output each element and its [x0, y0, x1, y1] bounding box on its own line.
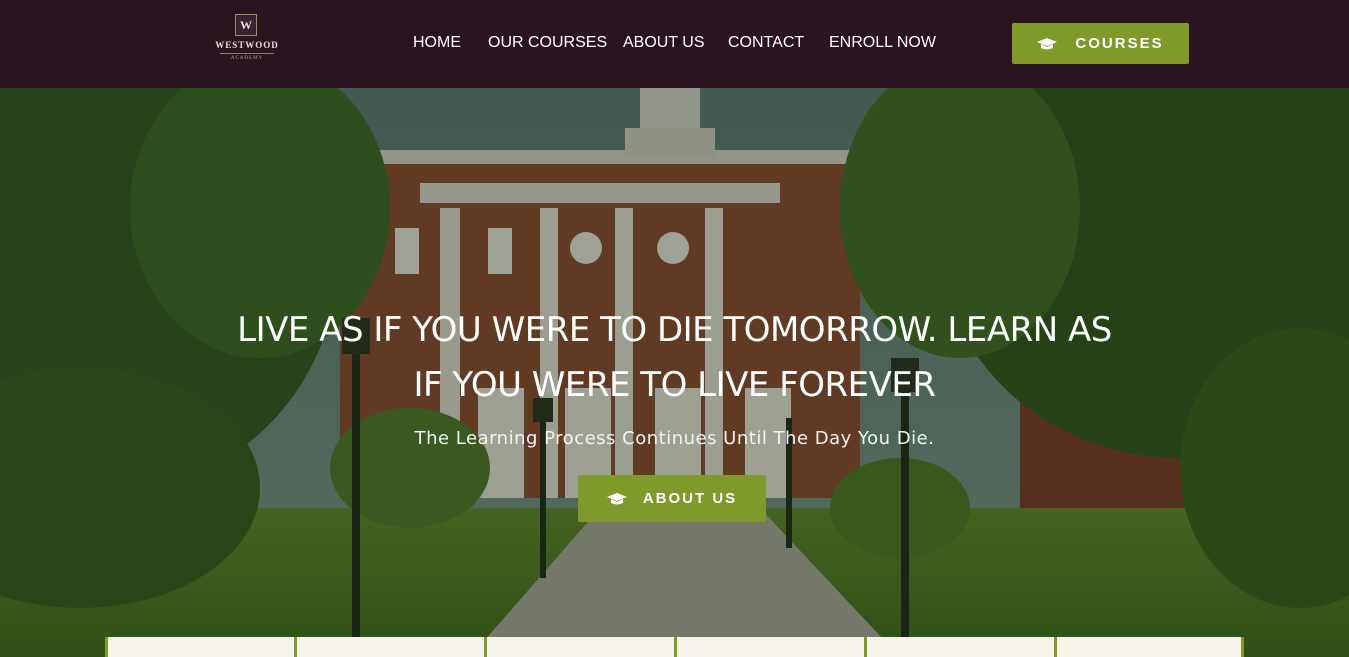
hero-headline: LIVE AS IF YOU WERE TO DIE TOMORROW. LEA… [170, 303, 1179, 413]
nav-home[interactable]: HOME [413, 34, 461, 52]
feature-card[interactable] [1054, 637, 1244, 657]
nav-contact[interactable]: CONTACT [728, 34, 804, 52]
hero-section: LIVE AS IF YOU WERE TO DIE TOMORROW. LEA… [0, 88, 1349, 657]
feature-card[interactable] [294, 637, 484, 657]
logo-subtitle: ACADEMY [230, 56, 264, 61]
hero-subtitle: The Learning Process Continues Until The… [414, 428, 935, 449]
about-us-button[interactable]: ABOUT US [578, 475, 766, 522]
site-header: W WESTWOOD ACADEMY HOME OUR COURSES ABOU… [0, 0, 1349, 88]
logo-letter: W [240, 18, 252, 32]
logo-divider [220, 53, 274, 54]
about-us-button-label: ABOUT US [642, 490, 738, 507]
logo-crest-icon: W [235, 14, 257, 36]
feature-card[interactable] [484, 637, 674, 657]
graduation-cap-icon [1037, 37, 1058, 51]
nav-about-us[interactable]: ABOUT US [623, 34, 705, 52]
feature-cards-row [105, 637, 1244, 657]
feature-card[interactable] [105, 637, 294, 657]
logo-name: WESTWOOD [215, 40, 279, 50]
feature-card[interactable] [674, 637, 864, 657]
courses-button-label: COURSES [1075, 35, 1164, 52]
feature-card[interactable] [864, 637, 1054, 657]
logo[interactable]: W WESTWOOD ACADEMY [212, 10, 282, 74]
graduation-cap-icon [606, 492, 627, 506]
courses-button[interactable]: COURSES [1012, 23, 1189, 64]
nav-our-courses[interactable]: OUR COURSES [488, 34, 607, 52]
nav-enroll-now[interactable]: ENROLL NOW [829, 34, 936, 52]
hero-headline-line-1: LIVE AS IF YOU WERE TO DIE TOMORROW. LEA… [237, 310, 1112, 350]
hero-headline-line-2: IF YOU WERE TO LIVE FOREVER [413, 365, 936, 405]
